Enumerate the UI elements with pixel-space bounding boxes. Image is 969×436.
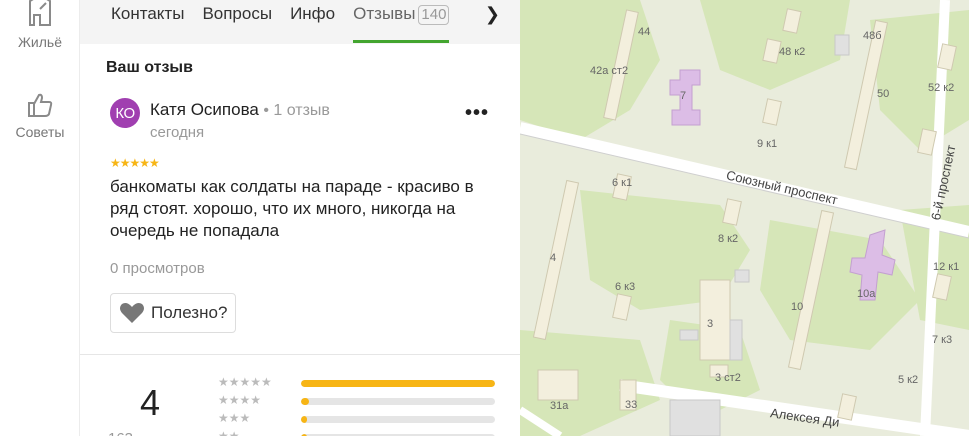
map-building-label: 52 к2: [928, 82, 955, 94]
tab-reviews[interactable]: Отзывы 140: [353, 0, 450, 44]
review-author: Катя Осипова • 1 отзыв: [150, 100, 330, 120]
distribution-bar-fill: [301, 398, 309, 405]
tab-reviews-label: Отзывы: [353, 4, 416, 23]
more-options-icon[interactable]: •••: [465, 102, 489, 125]
divider: [80, 354, 520, 355]
map-building-label: 6 к3: [615, 281, 636, 293]
distribution-bar: [301, 416, 495, 423]
average-rating: 4: [140, 382, 161, 423]
thumbs-up-icon: [25, 90, 55, 120]
map-building-label: 9 к1: [757, 138, 778, 150]
map-building-label: 3 ст2: [715, 372, 741, 384]
view-count: 0 просмотров: [110, 260, 205, 277]
useful-button[interactable]: Полезно?: [110, 293, 237, 333]
business-panel: Контакты Вопросы Инфо Отзывы 140 ❯ Ваш от…: [80, 0, 520, 436]
map-building-label: 3: [707, 318, 714, 330]
review-text: банкоматы как солдаты на параде - красив…: [110, 177, 474, 240]
map-building-label: 7 к3: [932, 334, 953, 346]
distribution-bar-fill: [301, 416, 307, 423]
map-canvas: [520, 0, 969, 436]
tab-contacts[interactable]: Контакты: [111, 0, 184, 44]
rating-distribution-row: ★★★: [218, 411, 498, 427]
map-building-label: 48 к2: [779, 46, 806, 58]
map-building-label: 44: [638, 26, 651, 38]
house-icon: [25, 0, 55, 30]
distribution-stars: ★★★: [218, 411, 251, 425]
review-date: сегодня: [150, 124, 205, 141]
left-rail: Жильё Советы: [0, 0, 80, 436]
distribution-bar-fill: [301, 380, 495, 387]
map-building-label: 31а: [550, 400, 569, 412]
map-building-label: 42а ст2: [590, 65, 629, 77]
rating-distribution-row: ★★★★: [218, 393, 498, 409]
reviews-count-badge: 140: [418, 5, 450, 25]
meta-separator: •: [258, 102, 274, 119]
author-review-count: 1 отзыв: [273, 102, 330, 119]
map[interactable]: 44 42а ст2 7 48 к2 48б 50 52 к2 9 к1 6 к1 8 к2 4 6 …: [520, 0, 969, 436]
map-building-label: 12 к1: [933, 261, 960, 273]
map-building-label: 8 к2: [718, 233, 739, 245]
map-building-label: 6 к1: [612, 177, 633, 189]
author-name[interactable]: Катя Осипова: [150, 100, 259, 119]
rail-item-housing[interactable]: Жильё: [0, 0, 80, 50]
rating-distribution-row: ★★★★★: [218, 375, 498, 391]
tab-info[interactable]: Инфо: [290, 0, 335, 44]
map-building-label: 33: [625, 399, 638, 411]
map-building-label: 50: [877, 88, 890, 100]
distribution-stars: ★★: [218, 429, 240, 436]
rail-item-label: Советы: [15, 124, 65, 140]
map-building-label: 4: [550, 252, 557, 264]
chevron-right-icon[interactable]: ❯: [485, 4, 500, 25]
rail-item-tips[interactable]: Советы: [0, 90, 80, 140]
rail-item-label: Жильё: [18, 34, 62, 50]
map-building-label: 5 к2: [898, 374, 919, 386]
map-building-label: 10а: [857, 288, 876, 300]
map-building-label: 10: [791, 301, 804, 313]
avatar[interactable]: КО: [110, 98, 140, 128]
section-title: Ваш отзыв: [106, 59, 193, 76]
heart-icon: [119, 302, 145, 324]
useful-label: Полезно?: [151, 303, 228, 322]
rating-distribution-row: ★★: [218, 429, 498, 436]
map-building-label: 48б: [863, 30, 882, 42]
review-stars: ★★★★★: [110, 156, 160, 170]
total-reviews: 163: [108, 430, 133, 436]
distribution-stars: ★★★★★: [218, 375, 272, 389]
distribution-bar: [301, 398, 495, 405]
tab-bar: Контакты Вопросы Инфо Отзывы 140 ❯: [80, 0, 520, 44]
tab-questions[interactable]: Вопросы: [202, 0, 272, 44]
distribution-stars: ★★★★: [218, 393, 262, 407]
distribution-bar: [301, 380, 495, 387]
map-building-label: 7: [680, 90, 687, 102]
